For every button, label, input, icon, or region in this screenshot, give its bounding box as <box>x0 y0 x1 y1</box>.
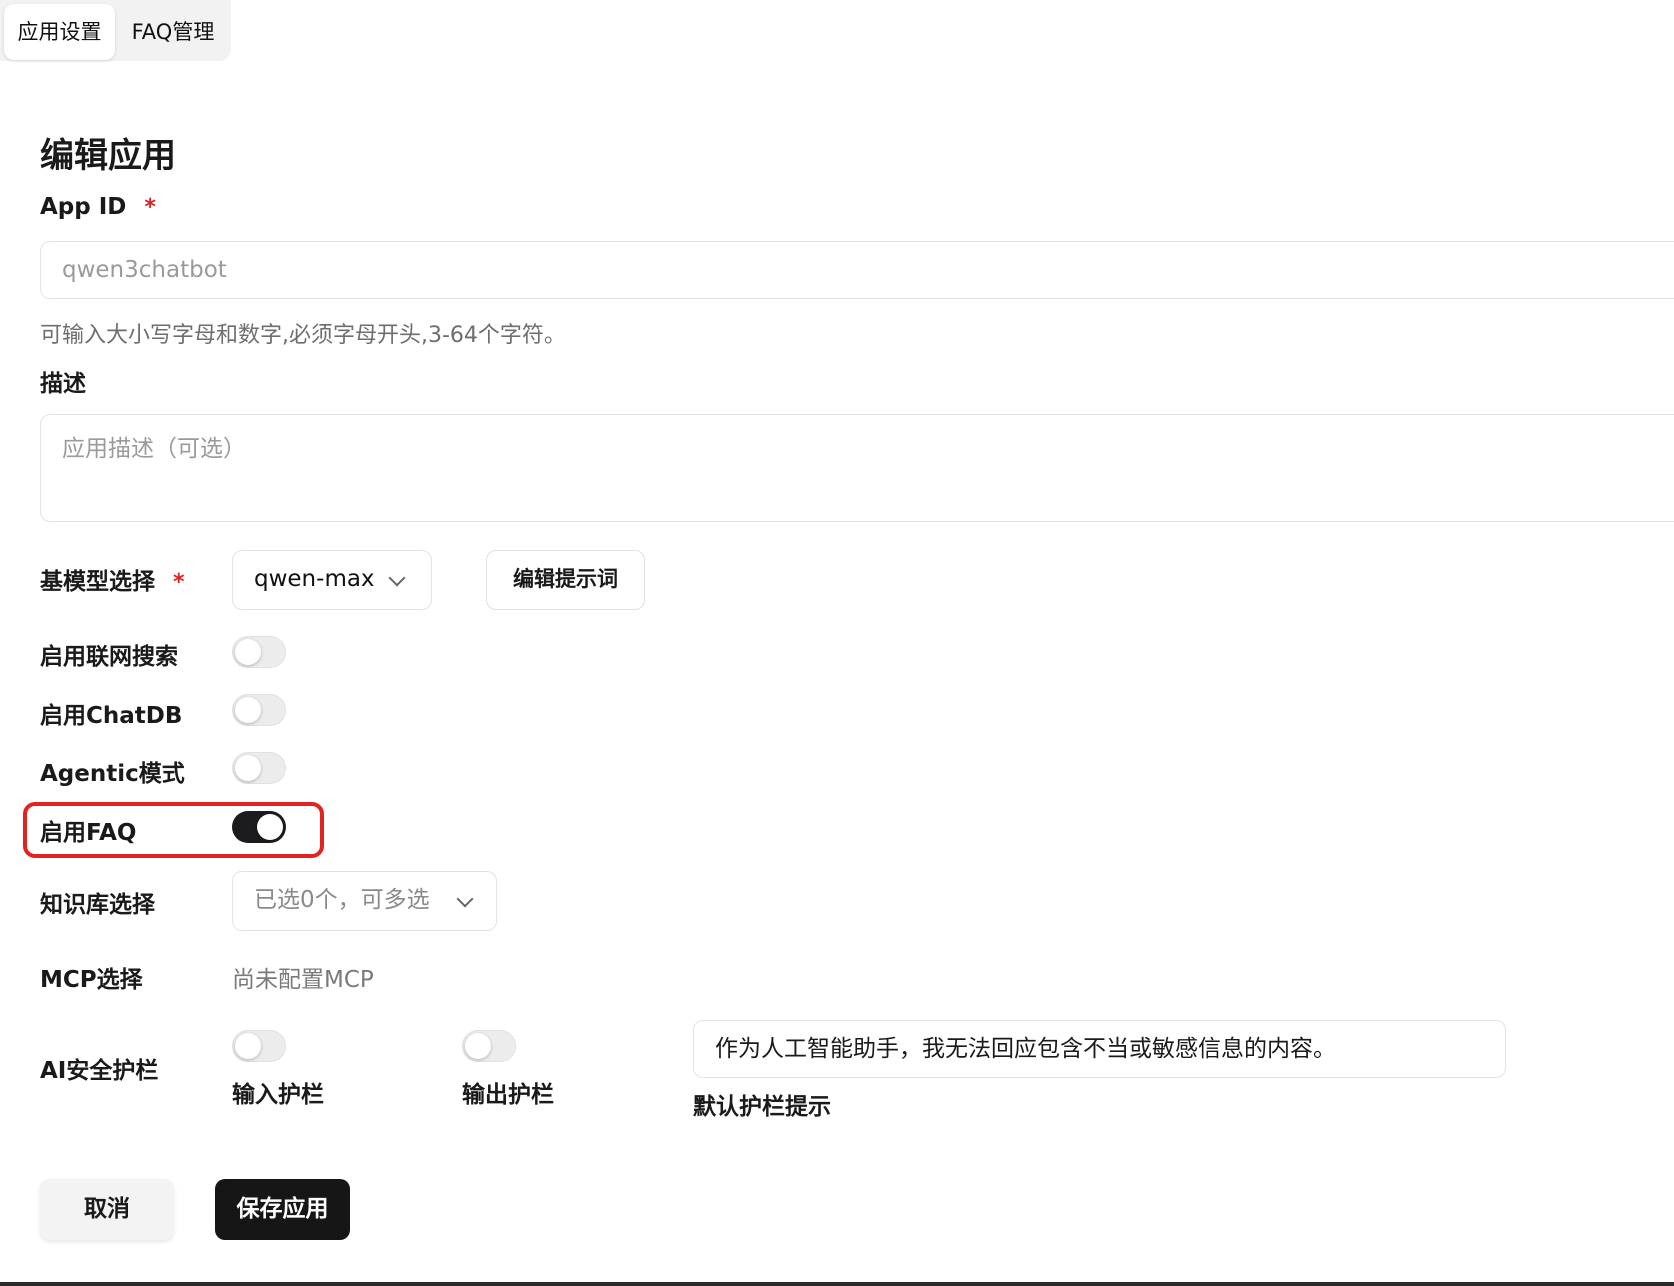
web-search-label: 启用联网搜索 <box>40 644 178 670</box>
app-id-label: App ID * <box>40 194 156 220</box>
model-label-text: 基模型选择 <box>40 569 155 595</box>
mcp-label: MCP选择 <box>40 967 143 993</box>
model-select[interactable]: qwen-max <box>232 550 432 610</box>
input-guardrail-label: 输入护栏 <box>232 1082 324 1108</box>
knowledge-base-placeholder: 已选0个，可多选 <box>254 887 430 913</box>
agentic-toggle[interactable] <box>232 752 286 784</box>
toggle-knob <box>235 1033 261 1059</box>
required-mark: * <box>173 570 185 595</box>
chevron-down-icon <box>388 569 406 587</box>
toggle-knob <box>257 814 283 840</box>
model-label: 基模型选择 * <box>40 562 185 596</box>
page-title: 编辑应用 <box>40 136 176 176</box>
bottom-divider <box>0 1282 1674 1286</box>
app-id-input[interactable]: qwen3chatbot <box>40 241 1674 299</box>
default-guardrail-label: 默认护栏提示 <box>693 1094 831 1120</box>
input-guardrail-toggle[interactable] <box>232 1030 286 1062</box>
tab-app-settings[interactable]: 应用设置 <box>4 4 115 60</box>
chevron-down-icon <box>456 890 474 908</box>
tab-faq-management[interactable]: FAQ管理 <box>118 4 228 60</box>
required-mark: * <box>144 195 156 220</box>
output-guardrail-label: 输出护栏 <box>462 1082 554 1108</box>
toggle-knob <box>235 755 261 781</box>
description-textarea[interactable]: 应用描述（可选） <box>40 414 1674 522</box>
guardrail-label: AI安全护栏 <box>40 1058 159 1084</box>
faq-toggle[interactable] <box>232 811 286 843</box>
chatdb-label: 启用ChatDB <box>40 703 183 729</box>
toggle-knob <box>465 1033 491 1059</box>
save-app-button[interactable]: 保存应用 <box>215 1179 350 1240</box>
chatdb-toggle[interactable] <box>232 694 286 726</box>
app-id-hint: 可输入大小写字母和数字,必须字母开头,3-64个字符。 <box>40 323 566 348</box>
web-search-toggle[interactable] <box>232 636 286 668</box>
faq-label: 启用FAQ <box>40 820 137 846</box>
knowledge-base-label: 知识库选择 <box>40 892 155 918</box>
description-label: 描述 <box>40 371 86 397</box>
edit-prompt-button[interactable]: 编辑提示词 <box>486 550 645 610</box>
default-guardrail-input[interactable]: 作为人工智能助手，我无法回应包含不当或敏感信息的内容。 <box>693 1020 1506 1078</box>
output-guardrail-toggle[interactable] <box>462 1030 516 1062</box>
toggle-knob <box>235 639 261 665</box>
mcp-value: 尚未配置MCP <box>232 967 374 993</box>
model-select-value: qwen-max <box>254 566 375 592</box>
agentic-label: Agentic模式 <box>40 761 185 787</box>
knowledge-base-select[interactable]: 已选0个，可多选 <box>232 871 497 931</box>
cancel-button[interactable]: 取消 <box>40 1179 174 1240</box>
toggle-knob <box>235 697 261 723</box>
app-id-label-text: App ID <box>40 194 127 220</box>
